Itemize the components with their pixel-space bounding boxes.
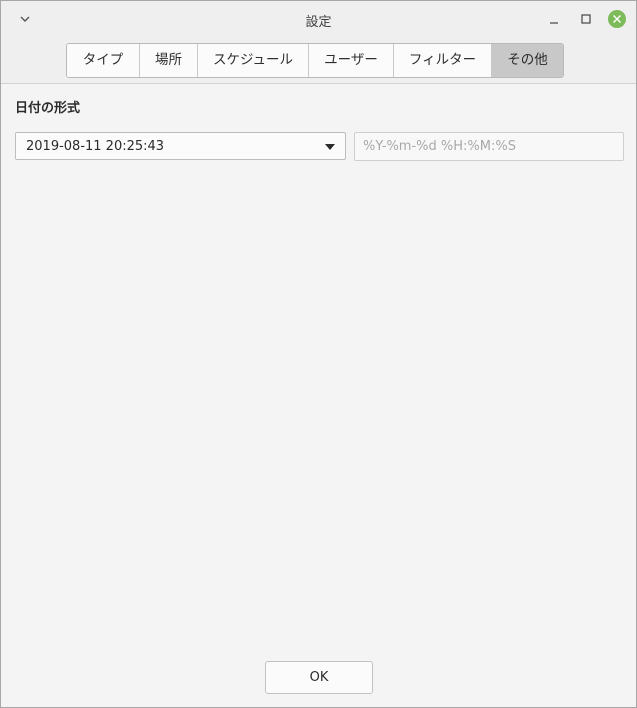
window-title: 設定 [305, 15, 332, 30]
title-bar: 設定 タイプ 場所 スケジュール ユーザー フィルター その他 [1, 1, 636, 84]
close-icon[interactable] [607, 9, 627, 29]
ok-button[interactable]: OK [265, 661, 373, 694]
tab-location[interactable]: 場所 [140, 44, 198, 77]
tab-filter[interactable]: フィルター [394, 44, 492, 77]
tab-type[interactable]: タイプ [67, 44, 140, 77]
date-format-selected-value: 2019-08-11 20:25:43 [26, 139, 165, 154]
maximize-icon[interactable] [576, 9, 596, 29]
date-format-label: 日付の形式 [15, 101, 81, 116]
dropdown-arrow-icon [325, 144, 335, 150]
tab-bar: タイプ 場所 スケジュール ユーザー フィルター その他 [66, 43, 564, 78]
date-format-dropdown[interactable]: 2019-08-11 20:25:43 [15, 132, 346, 160]
tab-schedule[interactable]: スケジュール [198, 44, 309, 77]
tab-user[interactable]: ユーザー [309, 44, 394, 77]
custom-format-input[interactable] [354, 132, 624, 161]
settings-window: 設定 タイプ 場所 スケジュール ユーザー フィルター その他 日付の形式 20… [0, 0, 637, 708]
tab-other[interactable]: その他 [492, 44, 563, 77]
minimize-icon[interactable] [544, 9, 564, 29]
